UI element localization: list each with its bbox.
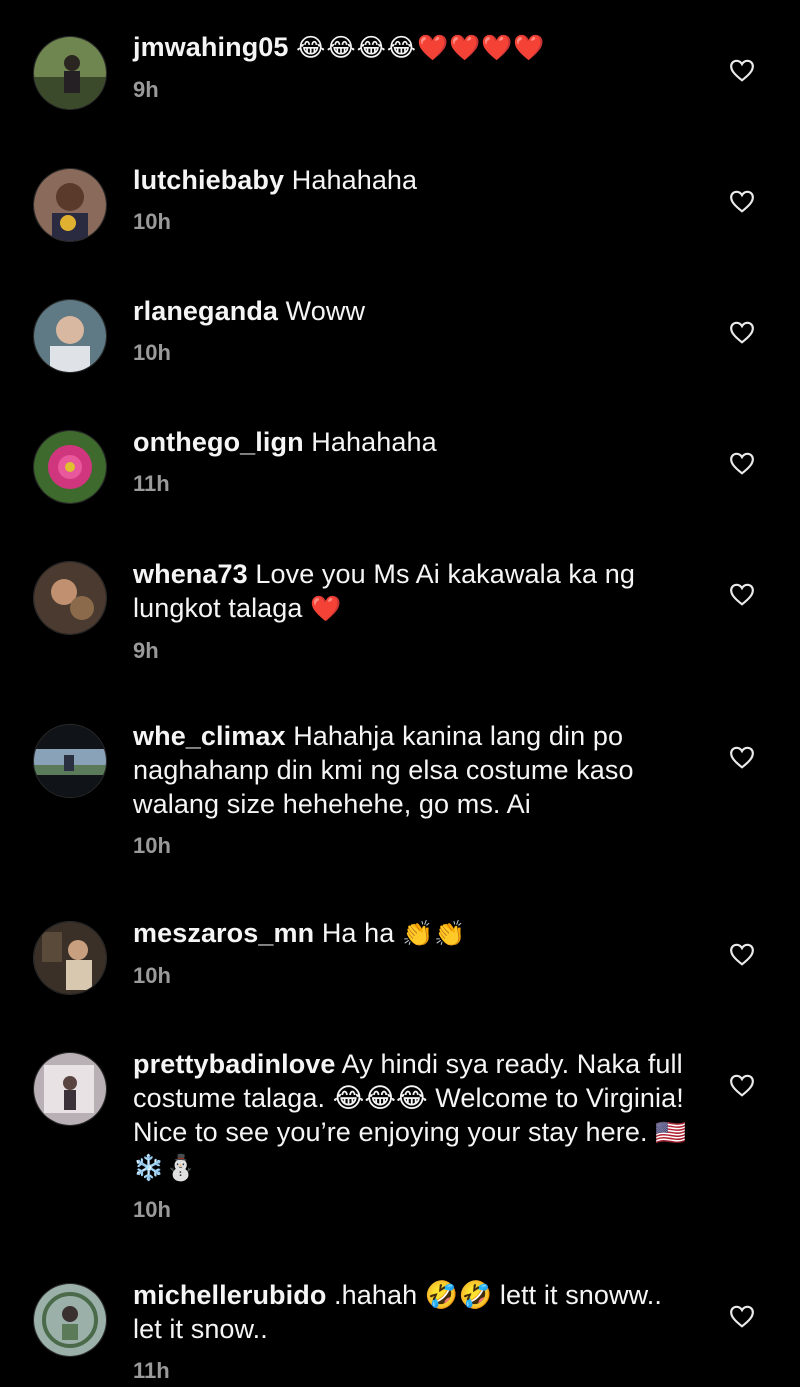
timestamp: 10h (133, 963, 171, 988)
comment-text: jmwahing05 😂😂😂😂❤️❤️❤️❤️ (133, 30, 693, 65)
username[interactable]: whe_climax (133, 721, 286, 751)
username[interactable]: lutchiebaby (133, 165, 284, 195)
heart-outline-icon[interactable] (729, 582, 755, 606)
comment-text: whena73 Love you Ms Ai kakawala ka ng lu… (133, 557, 693, 626)
emoji: ❤️ (310, 594, 343, 623)
heart-outline-icon[interactable] (729, 58, 755, 82)
username[interactable]: rlaneganda (133, 296, 278, 326)
heart-outline-icon[interactable] (729, 320, 755, 344)
username[interactable]: whena73 (133, 559, 248, 589)
comment-text: prettybadinlove Ay hindi sya ready. Naka… (133, 1047, 693, 1185)
timestamp: 9h (133, 77, 159, 102)
avatar[interactable] (33, 1283, 107, 1357)
timestamp: 11h (133, 471, 170, 496)
username[interactable]: meszaros_mn (133, 918, 314, 948)
heart-outline-icon[interactable] (729, 745, 755, 769)
timestamp: 10h (133, 340, 171, 365)
avatar[interactable] (33, 36, 107, 110)
timestamp: 9h (133, 638, 159, 663)
comment-text: whe_climax Hahahja kanina lang din po na… (133, 719, 693, 821)
heart-outline-icon[interactable] (729, 1304, 755, 1328)
comment-text: michellerubido .hahah 🤣🤣 lett it snoww..… (133, 1278, 693, 1346)
comment-text: lutchiebaby Hahahaha (133, 163, 693, 197)
comment-body: Ha ha (321, 918, 395, 948)
comment-text: onthego_lign Hahahaha (133, 425, 693, 459)
comment-text: rlaneganda Woww (133, 294, 693, 328)
comment-body: Woww (285, 296, 366, 326)
heart-outline-icon[interactable] (729, 451, 755, 475)
username[interactable]: prettybadinlove (133, 1049, 336, 1079)
avatar[interactable] (33, 430, 107, 504)
avatar[interactable] (33, 168, 107, 242)
avatar[interactable] (33, 1052, 107, 1126)
timestamp: 10h (133, 833, 171, 858)
username[interactable]: jmwahing05 (133, 32, 289, 62)
username[interactable]: michellerubido (133, 1280, 326, 1310)
heart-outline-icon[interactable] (729, 189, 755, 213)
timestamp: 10h (133, 209, 171, 234)
avatar[interactable] (33, 921, 107, 995)
emoji: 👏👏 (401, 919, 467, 948)
username[interactable]: onthego_lign (133, 427, 304, 457)
emoji: 😂😂😂😂❤️❤️❤️❤️ (296, 33, 546, 62)
avatar[interactable] (33, 561, 107, 635)
heart-outline-icon[interactable] (729, 1073, 755, 1097)
timestamp: 11h (133, 1358, 170, 1383)
timestamp: 10h (133, 1197, 171, 1222)
avatar[interactable] (33, 724, 107, 798)
avatar[interactable] (33, 299, 107, 373)
heart-outline-icon[interactable] (729, 942, 755, 966)
comment-text: meszaros_mn Ha ha 👏👏 (133, 916, 693, 951)
comment-body: Hahahaha (291, 165, 418, 195)
comment-body: Hahahaha (311, 427, 437, 457)
